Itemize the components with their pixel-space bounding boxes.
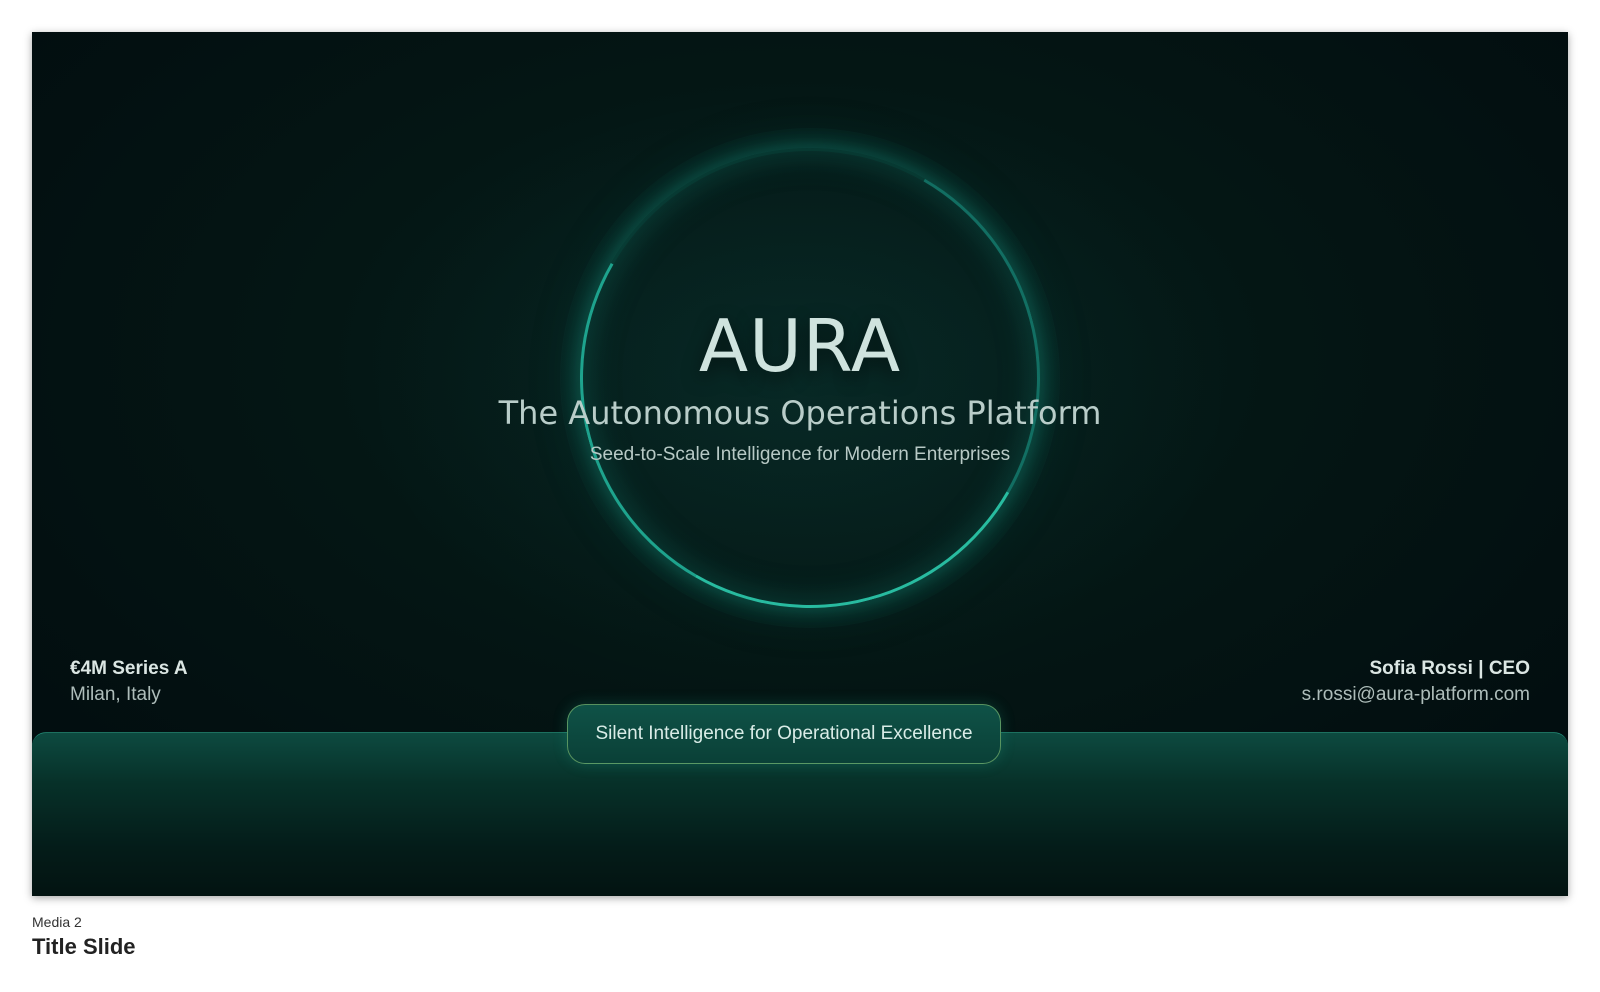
- presenter-info: Sofia Rossi | CEO s.rossi@aura-platform.…: [1302, 656, 1530, 708]
- tagline-pill: Silent Intelligence for Operational Exce…: [567, 704, 1001, 764]
- title-slide: AURA The Autonomous Operations Platform …: [32, 32, 1568, 896]
- slide-caption-title: Title Slide: [32, 934, 136, 959]
- funding-round: €4M Series A: [70, 658, 188, 679]
- slide-tagline: Seed-to-Scale Intelligence for Modern En…: [589, 444, 1011, 465]
- location: Milan, Italy: [70, 684, 161, 705]
- presenter-email: s.rossi@aura-platform.com: [1301, 684, 1530, 705]
- media-label: Media 2: [32, 914, 82, 930]
- slide-title: AURA: [698, 304, 902, 388]
- slide-subtitle: The Autonomous Operations Platform: [498, 394, 1102, 432]
- funding-info: €4M Series A Milan, Italy: [70, 656, 188, 708]
- presenter-name: Sofia Rossi | CEO: [1369, 658, 1530, 679]
